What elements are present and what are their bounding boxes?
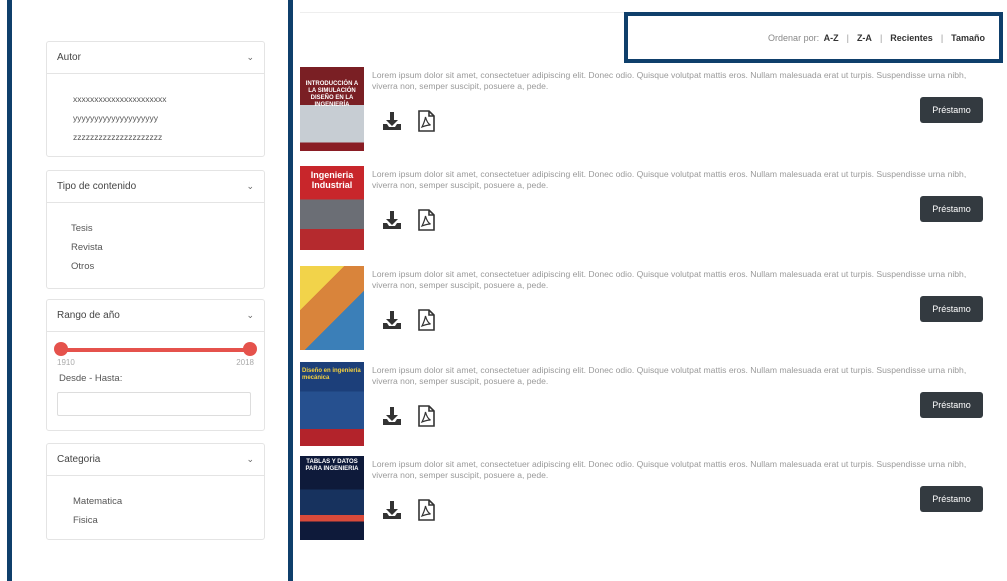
filter-autor-title: Autor <box>57 52 81 63</box>
book-cover[interactable]: INTRODUCCIÓN A LA SIMULACIÓN DISEÑO EN L… <box>300 67 364 151</box>
pdf-icon[interactable] <box>414 308 438 332</box>
divider-frame-line <box>288 0 293 581</box>
prestamo-button[interactable]: Préstamo <box>920 97 983 123</box>
pdf-icon[interactable] <box>414 498 438 522</box>
prestamo-button[interactable]: Préstamo <box>920 196 983 222</box>
filter-tipo-contenido: Tipo de contenido ⌄ Tesis Revista Otros <box>46 170 265 289</box>
filter-tipo-option[interactable]: Tesis <box>71 219 252 238</box>
filter-rango-title: Rango de año <box>57 310 120 321</box>
filter-categoria-option[interactable]: Matematica <box>73 492 252 511</box>
slider-handle-max[interactable] <box>243 342 257 356</box>
range-input-field[interactable] <box>57 392 251 416</box>
filter-rango-header[interactable]: Rango de año ⌄ <box>47 300 264 332</box>
chevron-down-icon[interactable]: ⌄ <box>246 181 254 192</box>
download-icon[interactable] <box>380 308 404 332</box>
pdf-icon[interactable] <box>414 109 438 133</box>
sort-option-recientes[interactable]: Recientes <box>890 33 933 43</box>
sort-option-za[interactable]: Z-A <box>857 33 872 43</box>
book-cover[interactable]: TABLAS Y DATOS PARA INGENIERIA <box>300 456 364 540</box>
book-cover-title: INTRODUCCIÓN A LA SIMULACIÓN DISEÑO EN L… <box>305 81 359 108</box>
filter-tipo-header[interactable]: Tipo de contenido ⌄ <box>47 171 264 203</box>
range-min-label: 1910 <box>57 358 75 367</box>
book-description: Lorem ipsum dolor sit amet, consectetuer… <box>372 70 967 91</box>
sort-label: Ordenar por: <box>768 32 820 43</box>
book-item: INTRODUCCIÓN A LA SIMULACIÓN DISEÑO EN L… <box>300 67 1000 151</box>
filter-categoria: Categoria ⌄ Matematica Fisica <box>46 443 265 540</box>
prestamo-button[interactable]: Préstamo <box>920 392 983 418</box>
filter-categoria-option[interactable]: Fisica <box>73 511 252 530</box>
download-icon[interactable] <box>380 404 404 428</box>
book-cover-title: TABLAS Y DATOS PARA INGENIERIA <box>305 459 359 472</box>
filter-tipo-option[interactable]: Otros <box>71 257 252 276</box>
book-cover-title: Diseño en ingeniería mecánica <box>302 368 361 381</box>
sort-option-az[interactable]: A-Z <box>824 33 839 43</box>
pdf-icon[interactable] <box>414 404 438 428</box>
book-item: TABLAS Y DATOS PARA INGENIERIA Lorem ips… <box>300 456 1000 540</box>
chevron-down-icon[interactable]: ⌄ <box>246 454 254 465</box>
filter-autor-option[interactable]: xxxxxxxxxxxxxxxxxxxxxx <box>73 90 252 109</box>
book-item: Lorem ipsum dolor sit amet, consectetuer… <box>300 266 1000 350</box>
sort-separator: | <box>846 32 849 43</box>
book-description: Lorem ipsum dolor sit amet, consectetuer… <box>372 269 967 290</box>
book-description: Lorem ipsum dolor sit amet, consectetuer… <box>372 169 967 190</box>
left-frame-line <box>7 0 12 581</box>
sort-option-tamano[interactable]: Tamaño <box>951 33 985 43</box>
book-cover[interactable]: Ingenieria Industrial <box>300 166 364 250</box>
book-item: Diseño en ingeniería mecánica Lorem ipsu… <box>300 362 1000 446</box>
chevron-down-icon[interactable]: ⌄ <box>246 52 254 63</box>
filter-categoria-title: Categoria <box>57 454 101 465</box>
book-description: Lorem ipsum dolor sit amet, consectetuer… <box>372 365 967 386</box>
filter-categoria-header[interactable]: Categoria ⌄ <box>47 444 264 476</box>
sort-separator: | <box>879 32 883 43</box>
filter-autor-option[interactable]: yyyyyyyyyyyyyyyyyyyy <box>73 109 252 128</box>
prestamo-button[interactable]: Préstamo <box>920 296 983 322</box>
sort-separator: | <box>940 32 944 43</box>
filter-tipo-option[interactable]: Revista <box>71 238 252 257</box>
download-icon[interactable] <box>380 208 404 232</box>
download-icon[interactable] <box>380 498 404 522</box>
range-max-label: 2018 <box>236 358 254 367</box>
book-cover-title: Ingenieria Industrial <box>310 170 354 190</box>
filter-tipo-title: Tipo de contenido <box>57 181 137 192</box>
chevron-down-icon[interactable]: ⌄ <box>246 310 254 321</box>
book-description: Lorem ipsum dolor sit amet, consectetuer… <box>372 459 967 480</box>
range-input-label: Desde - Hasta: <box>59 373 123 384</box>
slider-handle-min[interactable] <box>54 342 68 356</box>
year-range-slider[interactable] <box>54 342 257 356</box>
filter-autor: Autor ⌄ xxxxxxxxxxxxxxxxxxxxxx yyyyyyyyy… <box>46 41 265 157</box>
pdf-icon[interactable] <box>414 208 438 232</box>
book-item: Ingenieria Industrial Lorem ipsum dolor … <box>300 166 1000 250</box>
book-cover[interactable]: Diseño en ingeniería mecánica <box>300 362 364 446</box>
download-icon[interactable] <box>380 109 404 133</box>
prestamo-button[interactable]: Préstamo <box>920 486 983 512</box>
filter-autor-option[interactable]: zzzzzzzzzzzzzzzzzzzzz <box>73 128 252 147</box>
sort-bar: Ordenar por: A-Z | Z-A | Recientes | Tam… <box>624 12 1003 63</box>
filter-rango-anio: Rango de año ⌄ 1910 2018 Desde - Hasta: <box>46 299 265 431</box>
filter-autor-header[interactable]: Autor ⌄ <box>47 42 264 74</box>
book-cover[interactable] <box>300 266 364 350</box>
